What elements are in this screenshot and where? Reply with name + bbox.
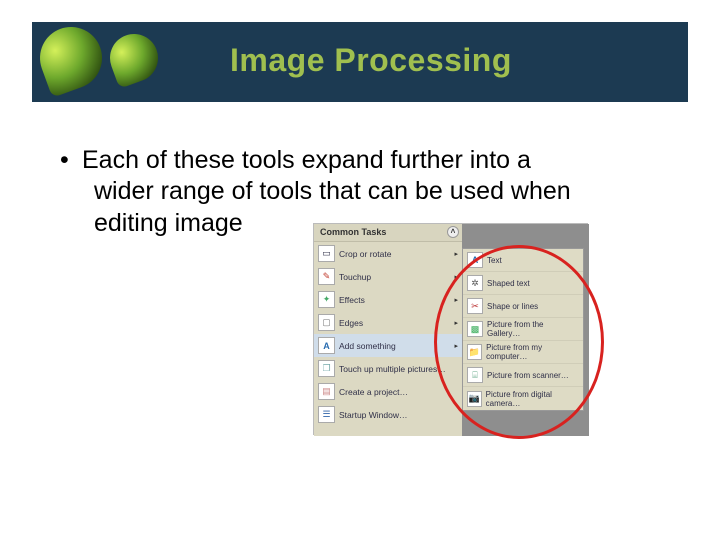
task-label: Touchup [339, 272, 371, 282]
task-crop-or-rotate[interactable]: ▭ Crop or rotate ▸ [314, 242, 462, 265]
task-label: Add something [339, 341, 396, 351]
common-tasks-panel: Common Tasks ˄ ▭ Crop or rotate ▸ ✎ Touc… [314, 224, 462, 436]
task-edges[interactable]: ▢ Edges ▸ [314, 311, 462, 334]
task-startup-window[interactable]: ☰ Startup Window… [314, 403, 462, 426]
task-touchup[interactable]: ✎ Touchup ▸ [314, 265, 462, 288]
brush-icon: ✎ [318, 268, 335, 285]
computer-icon: 📁 [467, 344, 482, 360]
chevron-right-icon: ▸ [454, 319, 458, 327]
effects-icon: ✦ [318, 291, 335, 308]
task-label: Create a project… [339, 387, 408, 397]
flyout-text[interactable]: A Text [463, 249, 583, 272]
chevron-right-icon: ▸ [454, 273, 458, 281]
flyout-picture-camera[interactable]: 📷 Picture from digital camera… [463, 387, 583, 410]
add-something-flyout: A Text ✲ Shaped text ✂ Shape or lines ▩ … [462, 248, 584, 411]
flyout-label: Picture from scanner… [487, 371, 569, 380]
leaf-icon [31, 18, 110, 97]
task-label: Effects [339, 295, 365, 305]
chevron-right-icon: ▸ [454, 296, 458, 304]
chevron-right-icon: ▸ [454, 250, 458, 258]
flyout-picture-scanner[interactable]: ⌸ Picture from scanner… [463, 364, 583, 387]
add-text-icon: A [318, 337, 335, 354]
shaped-text-icon: ✲ [467, 275, 483, 291]
flyout-label: Text [487, 256, 502, 265]
chevron-right-icon: ▸ [454, 342, 458, 350]
flyout-picture-computer[interactable]: 📁 Picture from my computer… [463, 341, 583, 364]
flyout-label: Picture from the Gallery… [487, 320, 579, 338]
page-title: Image Processing [230, 42, 512, 79]
text-icon: A [467, 252, 483, 268]
common-tasks-title: Common Tasks [320, 227, 386, 237]
screenshot-panel: Common Tasks ˄ ▭ Crop or rotate ▸ ✎ Touc… [313, 223, 588, 435]
multi-icon: ❐ [318, 360, 335, 377]
flyout-shape-or-lines[interactable]: ✂ Shape or lines [463, 295, 583, 318]
task-label: Startup Window… [339, 410, 408, 420]
flyout-label: Shaped text [487, 279, 530, 288]
startup-icon: ☰ [318, 406, 335, 423]
project-icon: ▤ [318, 383, 335, 400]
flyout-picture-gallery[interactable]: ▩ Picture from the Gallery… [463, 318, 583, 341]
flyout-label: Picture from digital camera… [486, 390, 579, 408]
common-tasks-header[interactable]: Common Tasks ˄ [314, 224, 462, 242]
flyout-label: Shape or lines [487, 302, 538, 311]
logo-leaves [40, 10, 200, 105]
task-effects[interactable]: ✦ Effects ▸ [314, 288, 462, 311]
flyout-label: Picture from my computer… [486, 343, 579, 361]
leaf-icon [103, 27, 165, 89]
scanner-icon: ⌸ [467, 367, 483, 383]
edges-icon: ▢ [318, 314, 335, 331]
task-create-project[interactable]: ▤ Create a project… [314, 380, 462, 403]
shape-lines-icon: ✂ [467, 298, 483, 314]
bullet-line-2: wider range of tools that can be used wh… [60, 176, 660, 207]
flyout-shaped-text[interactable]: ✲ Shaped text [463, 272, 583, 295]
gallery-icon: ▩ [467, 321, 483, 337]
bullet-line-1: Each of these tools expand further into … [82, 146, 531, 174]
task-add-something[interactable]: A Add something ▸ [314, 334, 462, 357]
camera-icon: 📷 [467, 391, 482, 407]
task-label: Touch up multiple pictures… [339, 364, 446, 374]
crop-icon: ▭ [318, 245, 335, 262]
task-label: Crop or rotate [339, 249, 391, 259]
task-label: Edges [339, 318, 363, 328]
task-touchup-multiple[interactable]: ❐ Touch up multiple pictures… [314, 357, 462, 380]
collapse-icon[interactable]: ˄ [447, 226, 459, 238]
bullet-dot: • [60, 145, 82, 176]
